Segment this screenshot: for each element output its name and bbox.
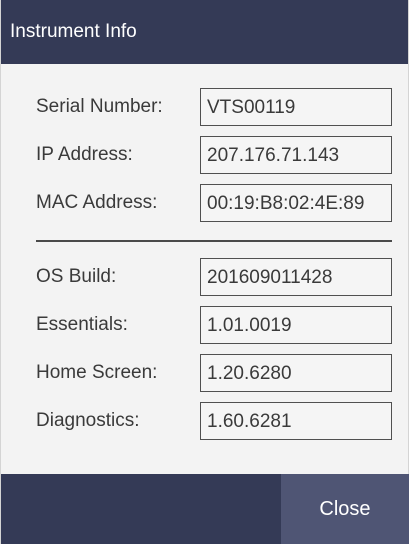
essentials-value: 1.01.0019 [207,315,292,336]
home-screen-value: 1.20.6280 [207,363,292,384]
dialog-content: Serial Number: VTS00119 IP Address: 207.… [1,64,408,474]
ip-address-label: IP Address: [36,144,133,165]
home-screen-row: Home Screen: 1.20.6280 [1,354,408,392]
dialog-header: Instrument Info [1,0,408,64]
serial-number-value: VTS00119 [207,97,296,118]
dialog-title: Instrument Info [10,21,137,42]
ip-address-field: 207.176.71.143 [200,136,392,174]
os-build-value: 201609011428 [207,267,333,288]
diagnostics-row: Diagnostics: 1.60.6281 [1,402,408,440]
mac-address-field: 00:19:B8:02:4E:89 [200,184,392,222]
os-build-label: OS Build: [36,266,117,287]
os-build-row: OS Build: 201609011428 [1,258,408,296]
os-build-field: 201609011428 [200,258,392,296]
instrument-info-dialog: Instrument Info Serial Number: VTS00119 … [0,0,409,544]
essentials-row: Essentials: 1.01.0019 [1,306,408,344]
serial-number-label: Serial Number: [36,96,163,117]
mac-address-value: 00:19:B8:02:4E:89 [207,193,365,214]
mac-address-label: MAC Address: [36,192,158,213]
close-button[interactable]: Close [281,474,409,544]
diagnostics-field: 1.60.6281 [200,402,392,440]
mac-address-row: MAC Address: 00:19:B8:02:4E:89 [1,184,408,222]
essentials-field: 1.01.0019 [200,306,392,344]
ip-address-value: 207.176.71.143 [207,145,340,166]
diagnostics-label: Diagnostics: [36,410,140,431]
home-screen-label: Home Screen: [36,362,158,383]
section-divider [36,240,392,242]
serial-number-field: VTS00119 [200,88,392,126]
serial-number-row: Serial Number: VTS00119 [1,88,408,126]
diagnostics-value: 1.60.6281 [207,411,292,432]
dialog-footer: Close [1,474,409,544]
home-screen-field: 1.20.6280 [200,354,392,392]
ip-address-row: IP Address: 207.176.71.143 [1,136,408,174]
essentials-label: Essentials: [36,314,128,335]
